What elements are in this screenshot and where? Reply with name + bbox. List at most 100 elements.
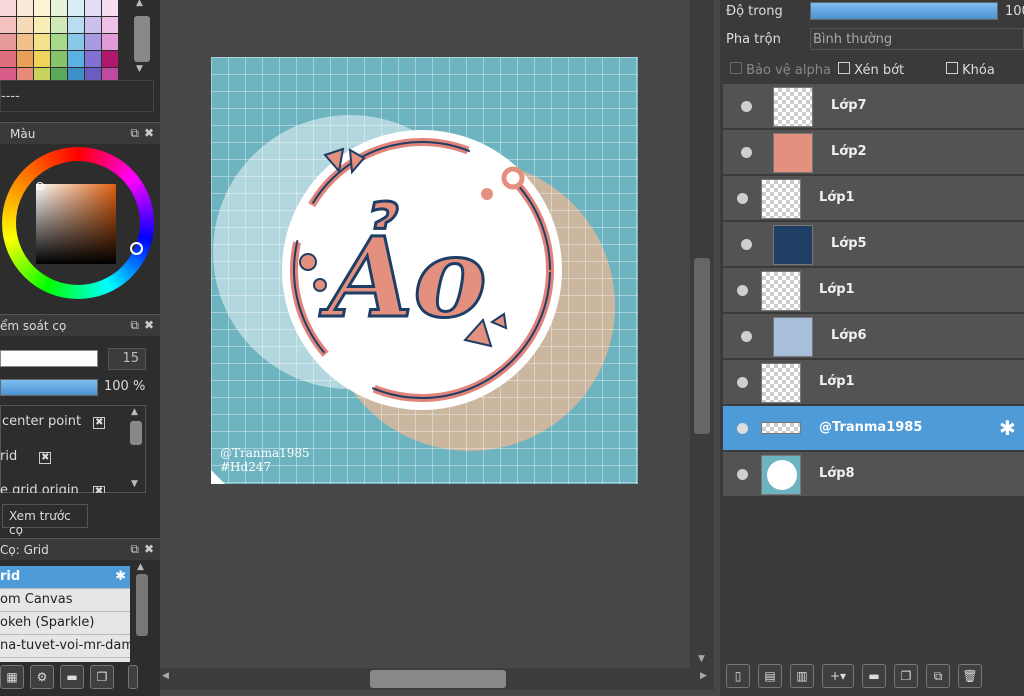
layer-row[interactable]: Lớp1 [723, 268, 1024, 313]
brush-options-scrollbar[interactable]: ▲ ▼ [128, 407, 144, 491]
color-swatch[interactable] [34, 34, 50, 50]
visibility-icon[interactable] [737, 469, 748, 480]
brush-list-scrollbar[interactable]: ▲ [132, 562, 152, 646]
visibility-icon[interactable] [737, 423, 748, 434]
popout-icon[interactable]: ⧉ [130, 542, 139, 557]
swatch-scrollbar[interactable]: ▲ ▼ [132, 0, 152, 78]
color-swatch[interactable] [102, 34, 118, 50]
sv-cursor-icon[interactable] [36, 182, 44, 190]
duplicate-layer-icon[interactable]: ❐ [894, 664, 918, 688]
popout-icon[interactable]: ⧉ [130, 318, 139, 333]
color-swatch[interactable] [102, 17, 118, 33]
layer-row[interactable]: Lớp5 [723, 222, 1024, 267]
canvas-vscrollbar[interactable]: ▼ [690, 0, 714, 670]
scroll-up-icon[interactable]: ▲ [137, 562, 144, 572]
close-icon[interactable]: ✖ [144, 542, 154, 557]
color-swatch[interactable] [68, 17, 84, 33]
brush-preview-button[interactable]: Xem trước cọ [2, 504, 88, 537]
hscroll-thumb[interactable] [370, 670, 506, 688]
layer-row[interactable]: Lớp6 [723, 314, 1024, 359]
color-swatch[interactable] [51, 34, 67, 50]
checkbox-icon[interactable]: ✖ [93, 417, 106, 429]
color-swatch[interactable] [51, 0, 67, 16]
layer-row-selected[interactable]: @Tranma1985 ✱ [723, 406, 1024, 451]
scroll-thumb[interactable] [136, 574, 148, 636]
list-item[interactable]: okeh (Sparkle) [0, 612, 130, 635]
color-swatch[interactable] [0, 17, 16, 33]
color-swatch[interactable] [34, 17, 50, 33]
checkbox-icon[interactable] [838, 62, 850, 74]
brush-option-grid-origin[interactable]: e grid origin ✖ [0, 483, 120, 493]
color-swatch[interactable] [17, 17, 33, 33]
gear-icon[interactable]: ✱ [115, 566, 126, 588]
clip-option[interactable]: Xén bớt [838, 62, 904, 78]
trash-icon[interactable]: 🗑 [958, 664, 982, 688]
checkbox-icon[interactable] [730, 62, 742, 74]
color-swatch[interactable] [0, 34, 16, 50]
opacity-slider[interactable] [810, 2, 998, 20]
color-swatch[interactable] [102, 51, 118, 67]
color-swatch[interactable] [17, 0, 33, 16]
color-swatch[interactable] [34, 0, 50, 16]
folder-icon[interactable]: ▬ [862, 664, 886, 688]
new-layer-icon[interactable]: ▯ [726, 664, 750, 688]
blend-select[interactable]: Bình thường [810, 28, 1024, 50]
list-item[interactable]: na-tuvet-voi-mr-dam-d [0, 635, 130, 658]
gear-icon[interactable]: ✱ [999, 416, 1016, 440]
scroll-up-icon[interactable]: ▲ [136, 0, 143, 8]
checkbox-icon[interactable]: ✖ [92, 486, 105, 493]
scroll-right-icon[interactable]: ▶ [700, 671, 707, 681]
scroll-up-icon[interactable]: ▲ [131, 407, 138, 417]
canvas-area[interactable]: Ảo @Tranma1985 #Hd247 ▼ ◀ ▶ [160, 0, 720, 696]
scroll-down-icon[interactable]: ▼ [698, 654, 705, 664]
hue-cursor-icon[interactable] [130, 242, 143, 255]
brush-option-center-point[interactable]: center point ✖ [2, 414, 106, 429]
empty-field[interactable]: ---- [0, 80, 154, 112]
color-swatch[interactable] [51, 17, 67, 33]
lock-option[interactable]: Khóa [946, 62, 995, 78]
layer-row[interactable]: Lớp2 [723, 130, 1024, 175]
add-layer-dropdown-icon[interactable]: +▾ [822, 664, 854, 688]
color-swatch[interactable] [51, 51, 67, 67]
scroll-handle[interactable] [128, 665, 138, 689]
swatch-scroll-thumb[interactable] [134, 16, 150, 62]
color-swatch[interactable] [0, 51, 16, 67]
color-swatch[interactable] [85, 17, 101, 33]
brush-size-slider[interactable] [0, 350, 98, 367]
visibility-icon[interactable] [741, 239, 752, 250]
checkbox-icon[interactable]: ✖ [39, 452, 52, 464]
close-icon[interactable]: ✖ [144, 318, 154, 333]
color-swatch[interactable] [102, 0, 118, 16]
duplicate-icon[interactable]: ❐ [90, 665, 114, 689]
new-halftone-layer-icon[interactable]: ▤ [758, 664, 782, 688]
list-item[interactable]: om Canvas [0, 589, 130, 612]
new-1bit-layer-icon[interactable]: ▥ [790, 664, 814, 688]
scroll-down-icon[interactable]: ▼ [136, 64, 143, 74]
list-item[interactable]: rid ✱ [0, 566, 130, 589]
popout-icon[interactable]: ⧉ [130, 126, 139, 141]
add-brush-icon[interactable]: ▦ [0, 665, 24, 689]
color-swatch[interactable] [68, 51, 84, 67]
color-swatch[interactable] [0, 0, 16, 16]
color-swatch[interactable] [34, 51, 50, 67]
layer-row[interactable]: Lớp1 [723, 176, 1024, 221]
checkbox-icon[interactable] [946, 62, 958, 74]
brush-option-grid[interactable]: rid ✖ [0, 449, 52, 464]
canvas-hscrollbar[interactable]: ◀ ▶ [160, 668, 714, 690]
scroll-left-icon[interactable]: ◀ [162, 671, 169, 681]
brush-opacity-slider[interactable] [0, 379, 98, 396]
layer-row[interactable]: Lớp8 [723, 452, 1024, 497]
saturation-square[interactable] [36, 184, 116, 264]
visibility-icon[interactable] [741, 147, 752, 158]
color-swatch[interactable] [17, 51, 33, 67]
color-swatch[interactable] [85, 34, 101, 50]
brush-size-value[interactable]: 15 [108, 348, 146, 370]
vscroll-thumb[interactable] [694, 258, 710, 434]
color-swatch[interactable] [17, 34, 33, 50]
folder-icon[interactable]: ▬ [60, 665, 84, 689]
close-icon[interactable]: ✖ [144, 126, 154, 141]
layer-row[interactable]: Lớp7 [723, 84, 1024, 129]
color-swatches[interactable] [0, 0, 118, 84]
color-swatch[interactable] [85, 0, 101, 16]
visibility-icon[interactable] [741, 331, 752, 342]
